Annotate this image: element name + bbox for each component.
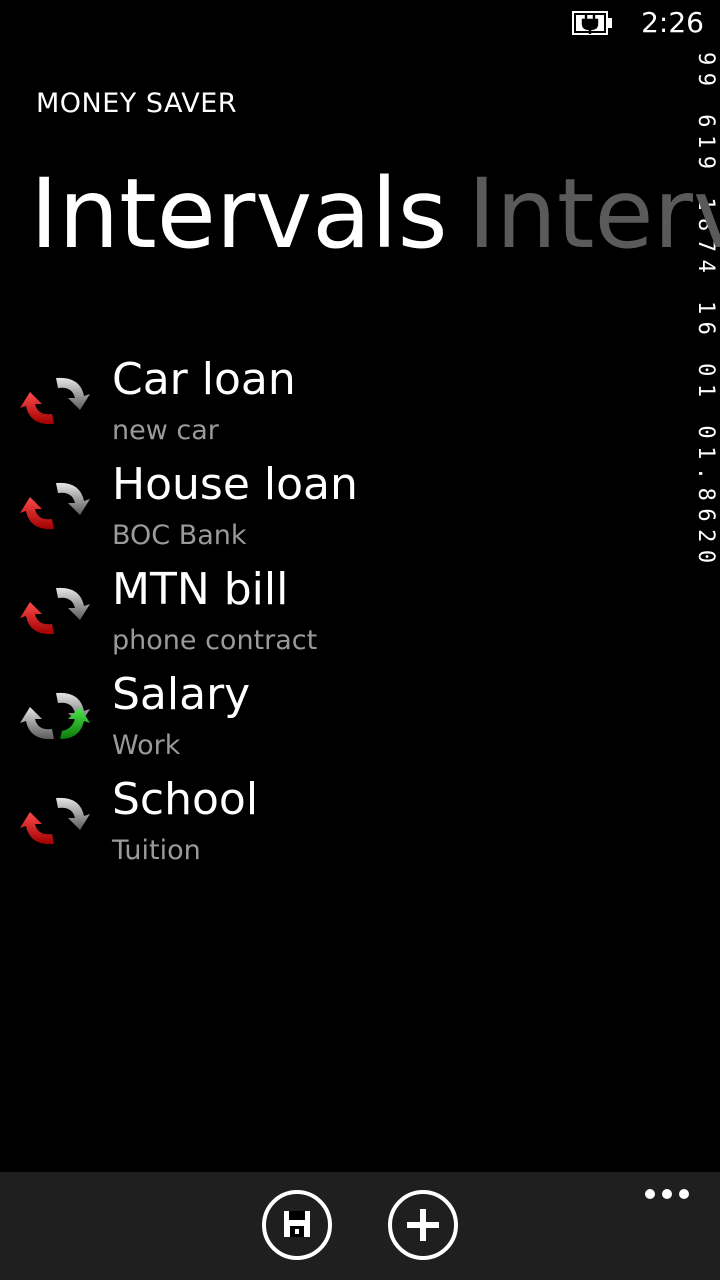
status-time: 2:26 xyxy=(641,6,704,39)
status-bar: 2:26 xyxy=(0,0,720,48)
refresh-green-icon xyxy=(20,692,90,740)
refresh-red-icon xyxy=(20,377,90,425)
item-title: School xyxy=(112,774,259,825)
item-subtitle: Work xyxy=(112,730,181,761)
item-subtitle: phone contract xyxy=(112,625,318,656)
list-item[interactable]: Salary Work xyxy=(0,667,720,772)
item-subtitle: BOC Bank xyxy=(112,520,247,551)
application-bar xyxy=(0,1172,720,1280)
more-dots-icon[interactable] xyxy=(644,1186,690,1202)
refresh-red-icon xyxy=(20,482,90,530)
list-item[interactable]: House loan BOC Bank xyxy=(0,457,720,562)
save-icon xyxy=(284,1211,310,1237)
intervals-list: Car loan new car House loan BOC Bank MTN… xyxy=(0,352,720,877)
app-title: MONEY SAVER xyxy=(36,88,238,119)
battery-charging-icon xyxy=(572,11,612,35)
item-title: Car loan xyxy=(112,354,296,405)
item-title: MTN bill xyxy=(112,564,289,615)
screen: 2:26 99 619 1874 16 01 01.8620 MONEY SAV… xyxy=(0,0,720,1280)
refresh-red-icon xyxy=(20,587,90,635)
save-button[interactable] xyxy=(262,1190,332,1260)
add-button[interactable] xyxy=(388,1190,458,1260)
list-item[interactable]: MTN bill phone contract xyxy=(0,562,720,667)
list-item[interactable]: Car loan new car xyxy=(0,352,720,457)
item-title: House loan xyxy=(112,459,358,510)
list-item[interactable]: School Tuition xyxy=(0,772,720,877)
pivot-headers: IntervalsInterv xyxy=(30,161,720,268)
refresh-red-icon xyxy=(20,797,90,845)
item-subtitle: Tuition xyxy=(112,835,201,866)
pivot-header-intervals[interactable]: Intervals xyxy=(30,158,448,270)
item-title: Salary xyxy=(112,669,251,720)
item-subtitle: new car xyxy=(112,415,219,446)
add-icon xyxy=(407,1209,439,1241)
pivot-header-next[interactable]: Interv xyxy=(468,158,720,270)
